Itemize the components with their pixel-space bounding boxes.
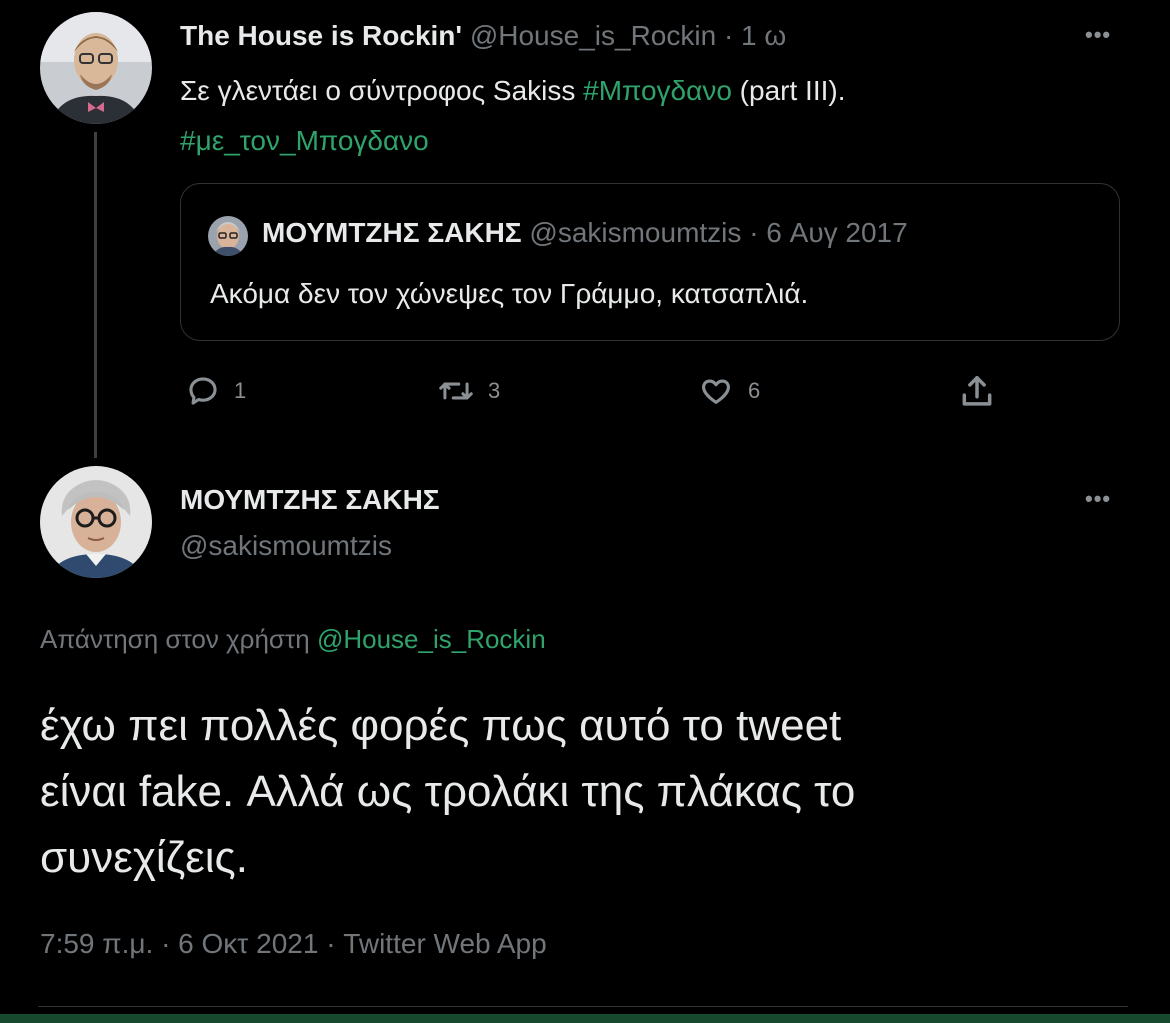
quoted-tweet-card[interactable]: [180, 183, 1120, 341]
tweet2-text-line-1: έχω πει πολλές φορές πως αυτό το tweet: [40, 701, 842, 750]
like-count: 6: [748, 378, 761, 403]
tweet2-more-icon[interactable]: •••: [1085, 486, 1111, 512]
tweet1-handle[interactable]: @House_is_Rockin: [470, 20, 716, 51]
divider: [38, 1006, 1128, 1007]
tweet2-timestamp[interactable]: 7:59 π.μ. · 6 Οκτ 2021 · Twitter Web App: [40, 928, 547, 960]
bottom-bar: [0, 1014, 1170, 1023]
tweet2-text-line-2: είναι fake. Αλλά ως τρολάκι της πλάκας τ…: [40, 767, 856, 816]
quoted-handle: @sakismoumtzis: [529, 217, 742, 248]
quoted-separator: ·: [749, 217, 759, 248]
hashtag-link[interactable]: #Μπογδανο: [583, 75, 732, 106]
quoted-display-name: ΜΟΥΜΤΖΗΣ ΣΑΚΗΣ: [262, 217, 522, 248]
retweet-button[interactable]: 3: [438, 374, 500, 408]
heart-icon: [702, 379, 730, 404]
avatar-sakismoumtzis[interactable]: [40, 466, 152, 578]
replying-to-label: Απάντηση στον χρήστη: [40, 624, 310, 654]
tweet2-display-name[interactable]: ΜΟΥΜΤΖΗΣ ΣΑΚΗΣ: [180, 484, 440, 516]
reply-button[interactable]: 1: [186, 374, 246, 408]
tweet1-text: Σε γλεντάει ο σύντροφος Sakiss #Μπογδανο…: [180, 66, 1080, 166]
tweet2-text: έχω πει πολλές φορές πως αυτό το tweet ε…: [40, 693, 1130, 891]
replying-to-handle-link[interactable]: @House_is_Rockin: [317, 624, 546, 654]
quoted-text: Ακόμα δεν τον χώνεψες τον Γράμμο, κατσαπ…: [210, 278, 809, 309]
tweet2-text-line-3: συνεχίζεις.: [40, 833, 248, 882]
replying-to: Απάντηση στον χρήστη @House_is_Rockin: [40, 624, 546, 655]
hashtag-link[interactable]: #με_τον_Μπογδανο: [180, 125, 429, 156]
tweet1-text-suffix: (part III).: [731, 75, 846, 106]
quoted-date: 6 Αυγ 2017: [766, 217, 908, 248]
tweet1-separator: ·: [723, 20, 734, 51]
share-button[interactable]: [958, 373, 996, 411]
retweet-count: 3: [488, 378, 501, 403]
tweet1-header: The House is Rockin' @House_is_Rockin · …: [180, 20, 786, 52]
avatar-house-is-rockin[interactable]: [40, 12, 152, 124]
reply-count: 1: [234, 378, 247, 403]
tweet1-more-icon[interactable]: •••: [1085, 22, 1111, 48]
like-button[interactable]: 6: [698, 374, 760, 408]
tweet1-time[interactable]: 1 ω: [741, 20, 786, 51]
share-icon: [962, 376, 992, 406]
retweet-icon: [439, 382, 473, 400]
thread-connector-line: [94, 132, 97, 458]
reply-icon: [189, 377, 217, 405]
quoted-avatar: [208, 216, 248, 256]
tweet2-handle[interactable]: @sakismoumtzis: [180, 530, 392, 562]
quoted-header: ΜΟΥΜΤΖΗΣ ΣΑΚΗΣ @sakismoumtzis · 6 Αυγ 20…: [262, 217, 908, 249]
tweet1-text-prefix: Σε γλεντάει ο σύντροφος Sakiss: [180, 75, 584, 106]
tweet1-display-name[interactable]: The House is Rockin': [180, 20, 462, 51]
